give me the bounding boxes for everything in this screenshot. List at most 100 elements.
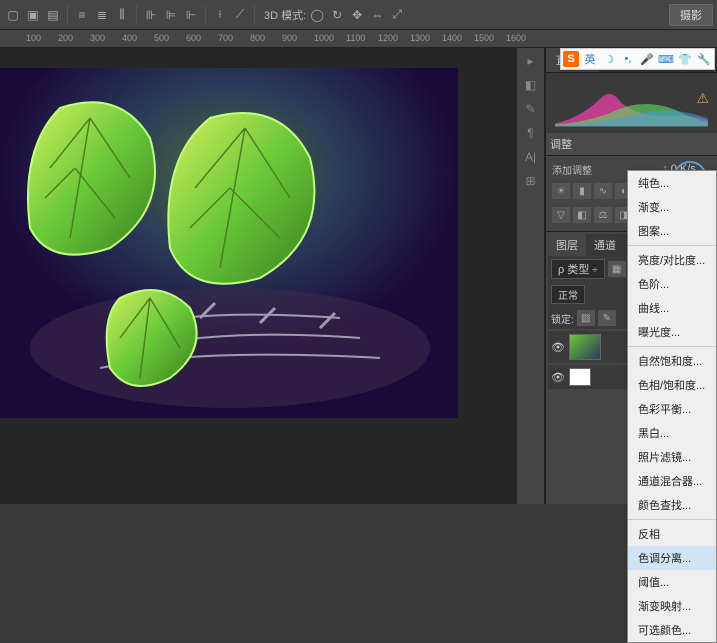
canvas[interactable] (0, 48, 517, 504)
menu-item[interactable]: 曲线... (628, 296, 716, 320)
panel-icon[interactable]: A| (519, 146, 543, 168)
blend-mode-select[interactable]: 正常 (551, 285, 585, 304)
tool-icon[interactable]: ▣ (24, 6, 42, 24)
adjustments-tab[interactable]: 调整 (546, 133, 717, 155)
distribute-icon[interactable]: ⊪ (142, 6, 160, 24)
ruler-tick: 500 (154, 33, 169, 43)
layer-thumbnail (569, 368, 591, 386)
vibrance-icon[interactable]: ▽ (552, 207, 570, 223)
ruler-tick: 900 (282, 33, 297, 43)
orbit-icon[interactable]: ◯ (308, 6, 326, 24)
collapsed-panel-strip: ▸ ◧ ✎ ¶ A| ⊞ (517, 48, 545, 504)
rotate-icon[interactable]: ↻ (328, 6, 346, 24)
ruler-tick: 700 (218, 33, 233, 43)
ruler-tick: 1300 (410, 33, 430, 43)
ime-lang-icon[interactable]: 英 (582, 51, 598, 67)
separator (67, 6, 68, 24)
ruler-tick: 300 (90, 33, 105, 43)
pan-icon[interactable]: ✥ (348, 6, 366, 24)
menu-item[interactable]: 颜色查找... (628, 493, 716, 517)
menu-item[interactable]: 可选颜色... (628, 618, 716, 642)
ruler-tick: 600 (186, 33, 201, 43)
channels-tab[interactable]: 通道 (586, 234, 624, 256)
separator (136, 6, 137, 24)
ruler-tick: 1500 (474, 33, 494, 43)
separator (254, 6, 255, 24)
menu-separator (628, 245, 716, 246)
panel-icon[interactable]: ▸ (519, 50, 543, 72)
balance-icon[interactable]: ⚖ (594, 207, 612, 223)
tool-icon[interactable]: ▤ (44, 6, 62, 24)
lock-label: 锁定: (551, 311, 574, 326)
menu-item[interactable]: 自然饱和度... (628, 349, 716, 373)
panel-icon[interactable]: ⊞ (519, 170, 543, 192)
distribute-icon[interactable]: ⟋ (231, 6, 249, 24)
menu-item[interactable]: 反相 (628, 522, 716, 546)
menu-item[interactable]: 色调分离... (628, 546, 716, 570)
menu-separator (628, 346, 716, 347)
adjustment-context-menu: 纯色...渐变...图案... 亮度/对比度...色阶...曲线...曝光度...… (627, 170, 717, 643)
menu-item[interactable]: 照片滤镜... (628, 445, 716, 469)
visibility-icon[interactable]: 👁 (551, 371, 565, 384)
visibility-icon[interactable]: 👁 (551, 341, 565, 354)
options-bar: ▢ ▣ ▤ ≡ ≣ ⫼ ⊪ ⊫ ⊩ ⟊ ⟋ 3D 模式: ◯ ↻ ✥ ⇔ ⤢ 摄… (0, 0, 717, 30)
ime-toolbar[interactable]: S 英 ☽ •, 🎤 ⌨ 👕 🔧 (560, 48, 715, 70)
distribute-icon[interactable]: ⊩ (182, 6, 200, 24)
lock-pixels-icon[interactable]: ✎ (598, 310, 616, 326)
ime-mic-icon[interactable]: 🎤 (639, 51, 655, 67)
ruler-tick: 100 (26, 33, 41, 43)
workspace-selector[interactable]: 摄影 (669, 4, 713, 26)
ruler-tick: 1600 (506, 33, 526, 43)
ruler-tick: 400 (122, 33, 137, 43)
brightness-icon[interactable]: ☀ (552, 183, 570, 199)
ruler-tick: 1400 (442, 33, 462, 43)
layer-thumbnail (569, 334, 601, 360)
tool-icon[interactable]: ▢ (4, 6, 22, 24)
ime-keyboard-icon[interactable]: ⌨ (658, 51, 674, 67)
menu-item[interactable]: 渐变... (628, 195, 716, 219)
scale-icon[interactable]: ⤢ (388, 6, 406, 24)
menu-item[interactable]: 色相/饱和度... (628, 373, 716, 397)
ruler-tick: 200 (58, 33, 73, 43)
warning-icon[interactable]: ⚠ (696, 90, 709, 107)
hue-icon[interactable]: ◧ (573, 207, 591, 223)
distribute-icon[interactable]: ⊫ (162, 6, 180, 24)
menu-item[interactable]: 黑白... (628, 421, 716, 445)
filter-pixel-icon[interactable]: ▦ (608, 261, 626, 277)
separator (205, 6, 206, 24)
levels-icon[interactable]: ▮ (573, 183, 591, 199)
align-icon[interactable]: ≣ (93, 6, 111, 24)
lock-transparent-icon[interactable]: ▨ (577, 310, 595, 326)
ime-skin-icon[interactable]: 👕 (677, 51, 693, 67)
layers-tab[interactable]: 图层 (548, 234, 586, 256)
distribute-icon[interactable]: ⟊ (211, 6, 229, 24)
document-image (0, 68, 458, 418)
slide-icon[interactable]: ⇔ (368, 6, 386, 24)
menu-item[interactable]: 渐变映射... (628, 594, 716, 618)
horizontal-ruler: 0100200300400500600700800900100011001200… (0, 30, 717, 48)
menu-item[interactable]: 阈值... (628, 570, 716, 594)
menu-item[interactable]: 纯色... (628, 171, 716, 195)
menu-separator (628, 519, 716, 520)
menu-item[interactable]: 通道混合器... (628, 469, 716, 493)
ime-tool-icon[interactable]: 🔧 (696, 51, 712, 67)
ruler-tick: 800 (250, 33, 265, 43)
ruler-tick: 1100 (346, 33, 365, 43)
histogram-display (546, 73, 717, 133)
menu-item[interactable]: 亮度/对比度... (628, 248, 716, 272)
menu-item[interactable]: 图案... (628, 219, 716, 243)
ime-moon-icon[interactable]: ☽ (601, 51, 617, 67)
panel-icon[interactable]: ✎ (519, 98, 543, 120)
curves-icon[interactable]: ∿ (594, 183, 612, 199)
align-icon[interactable]: ≡ (73, 6, 91, 24)
panel-icon[interactable]: ◧ (519, 74, 543, 96)
menu-item[interactable]: 色彩平衡... (628, 397, 716, 421)
layer-filter-select[interactable]: ρ 类型 ÷ (551, 259, 605, 279)
align-icon[interactable]: ⫼ (113, 6, 131, 24)
menu-item[interactable]: 曝光度... (628, 320, 716, 344)
ruler-tick: 1000 (314, 33, 334, 43)
menu-item[interactable]: 色阶... (628, 272, 716, 296)
ime-punct-icon[interactable]: •, (620, 51, 636, 67)
ime-brand-icon[interactable]: S (563, 51, 579, 67)
panel-icon[interactable]: ¶ (519, 122, 543, 144)
